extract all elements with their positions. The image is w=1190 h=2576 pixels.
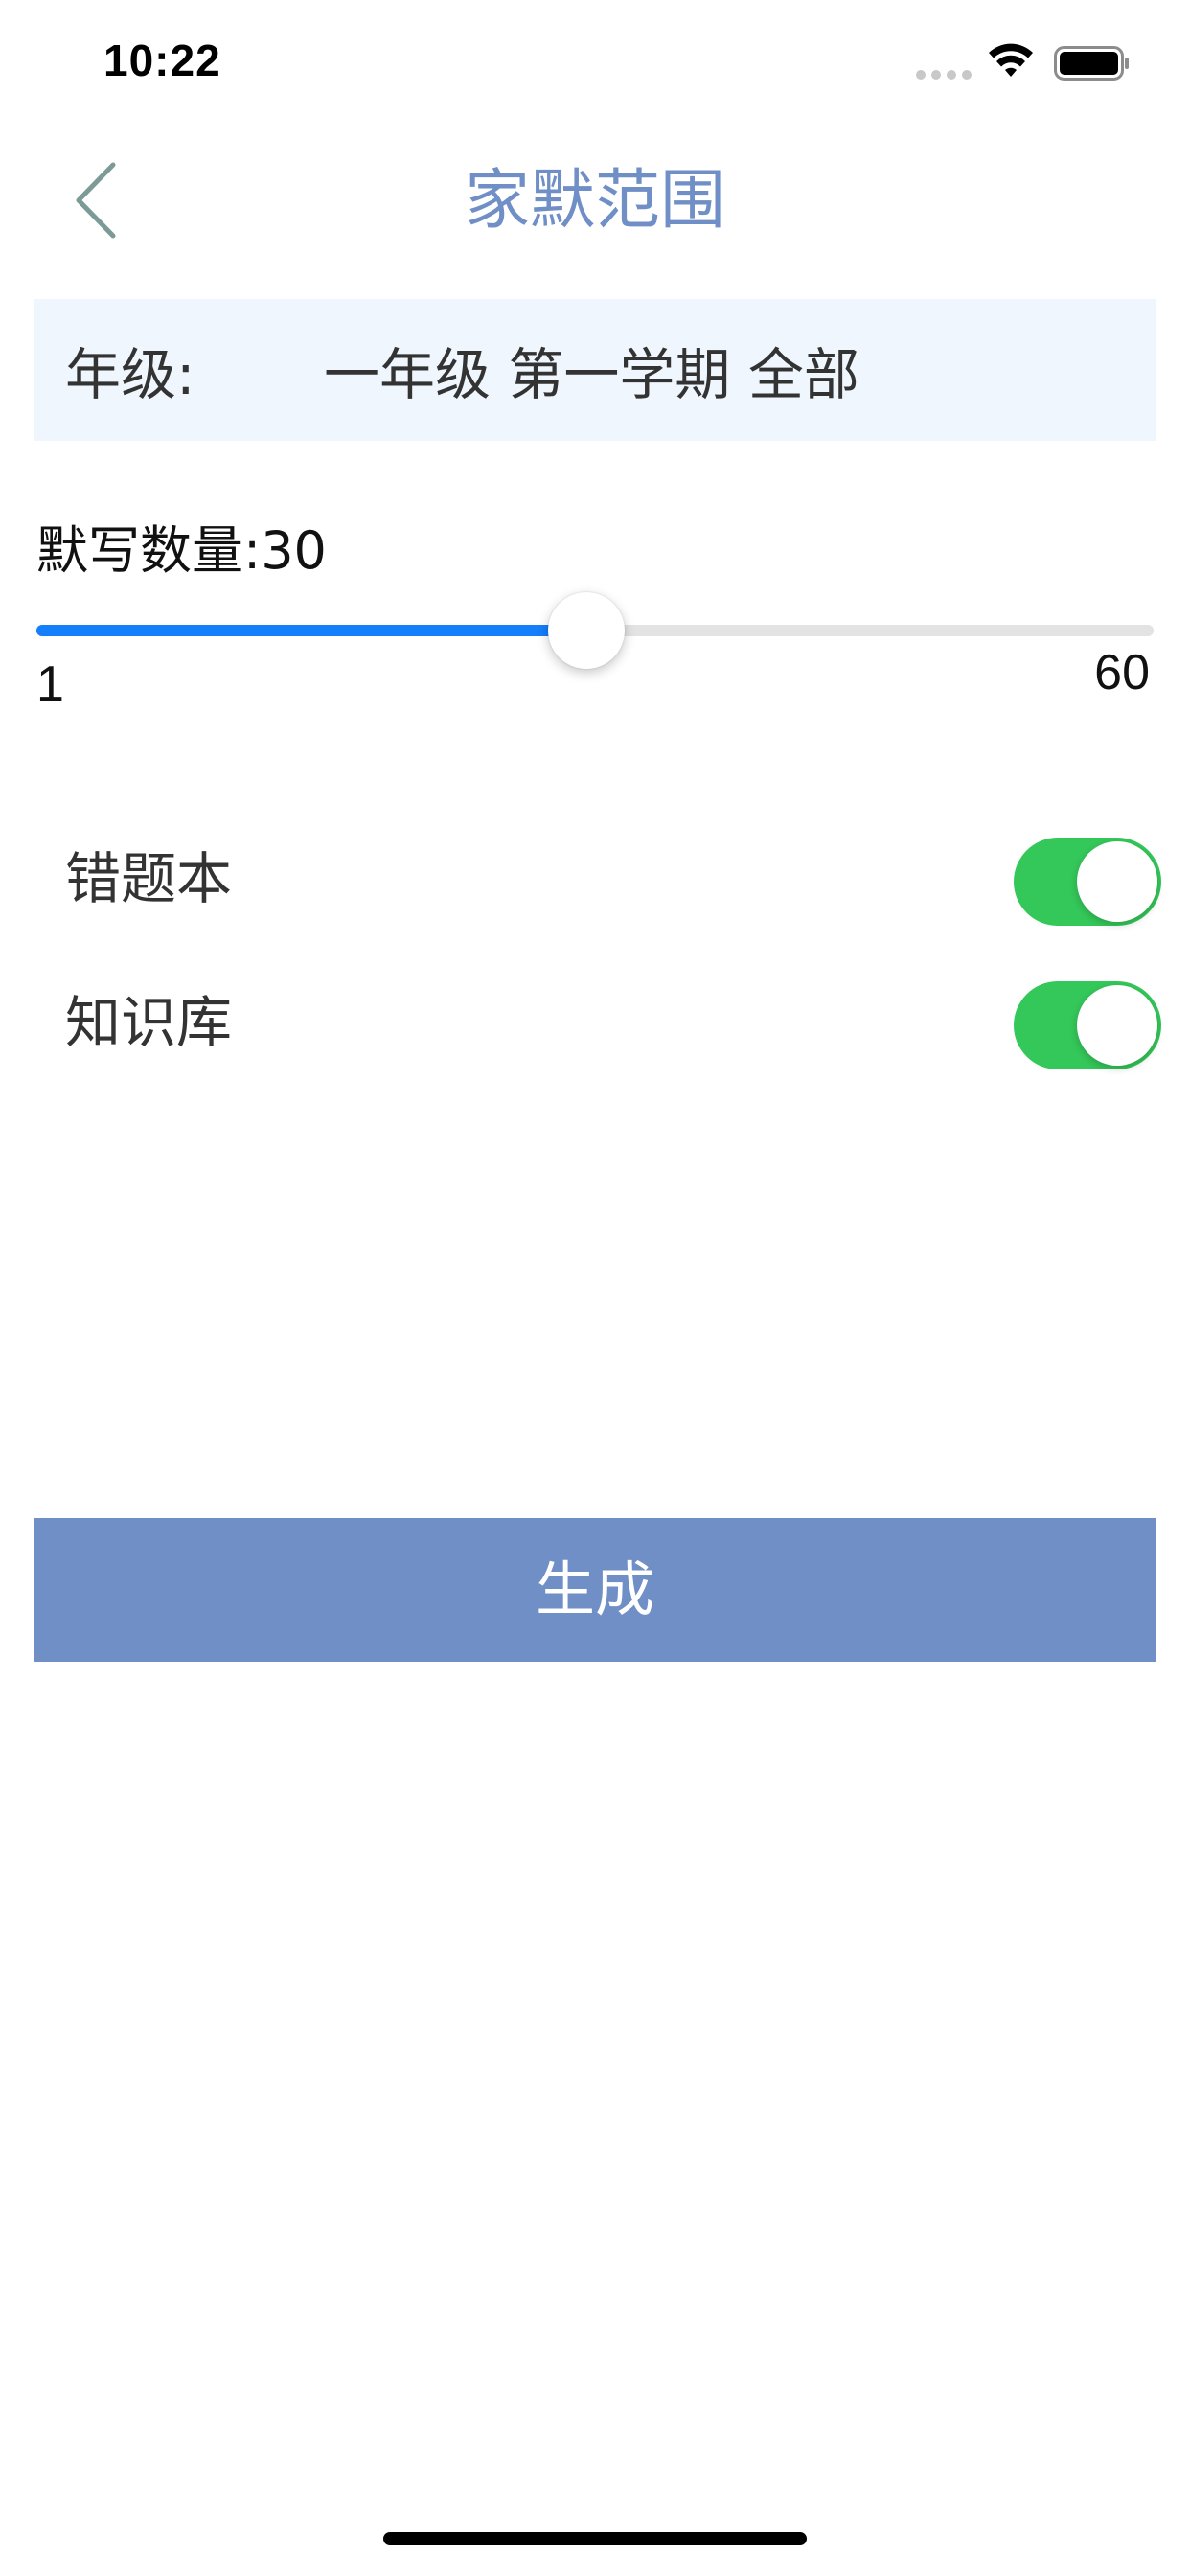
grade-value: 一年级 第一学期 全部 [324,342,859,407]
slider-fill [36,625,586,636]
signal-dots-icon [916,70,972,80]
toggle-knob [1077,841,1157,922]
generate-button[interactable]: 生成 [34,1518,1156,1662]
wrong-questions-toggle[interactable] [1014,838,1161,926]
grade-label: 年级: [65,342,195,407]
dictation-count-slider[interactable] [36,592,1154,669]
option-label-knowledge-base: 知识库 [65,990,233,1055]
option-row-wrong-questions: 错题本 [0,826,1190,932]
dictation-count-label: 默写数量:30 [36,520,327,581]
status-bar: 10:22 [0,0,1190,126]
slider-thumb[interactable] [547,592,625,669]
slider-min-label: 1 [36,656,64,712]
home-indicator [383,2532,807,2545]
status-time: 10:22 [103,35,221,85]
option-row-knowledge-base: 知识库 [0,970,1190,1075]
chevron-left-icon [76,162,116,239]
knowledge-base-toggle[interactable] [1014,981,1161,1070]
nav-bar: 家默范围 [0,144,1190,259]
page-title: 家默范围 [464,163,725,239]
toggle-knob [1077,985,1157,1066]
wifi-icon [989,43,1033,77]
back-button[interactable] [57,157,134,243]
grade-selector[interactable]: 年级: 一年级 第一学期 全部 [34,299,1156,441]
battery-icon [1054,46,1129,80]
slider-max-label: 60 [1094,645,1150,701]
option-label-wrong-questions: 错题本 [65,846,233,911]
